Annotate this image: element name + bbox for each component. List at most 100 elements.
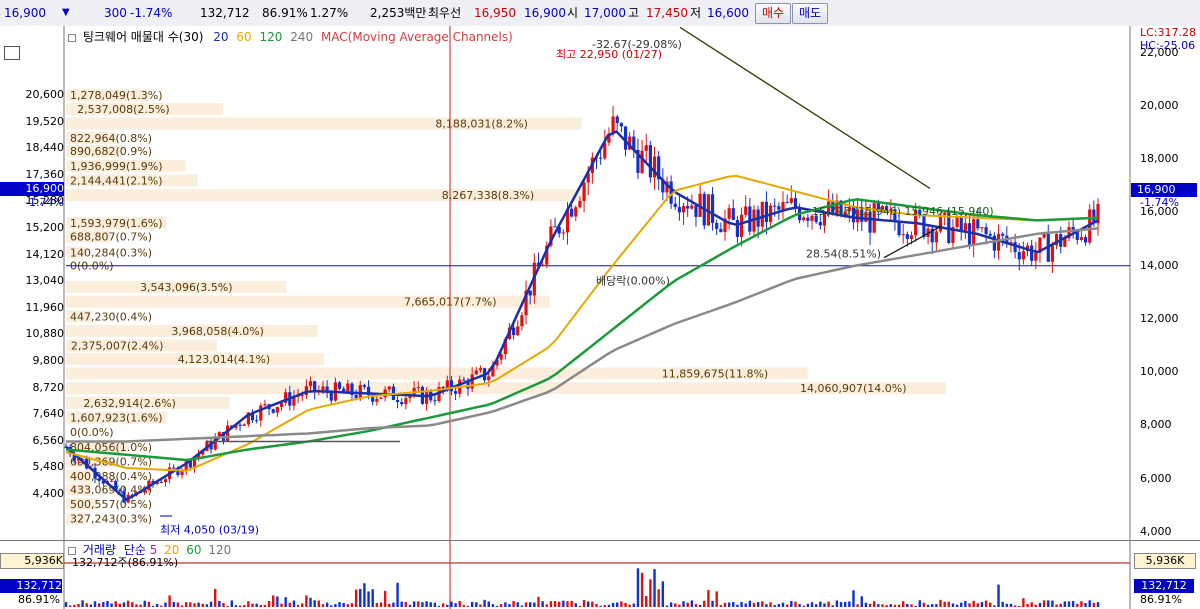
volume-bar [549, 601, 553, 607]
volume-max-left: 5,936K [0, 553, 64, 569]
volume-bar [690, 600, 694, 607]
volume-bar [935, 604, 938, 607]
volume-bar [350, 603, 354, 607]
volume-bar [744, 603, 747, 607]
volume-panel: 거래량 단순 5 20 60 120 132,712주(86.91%) 5,93… [0, 540, 1200, 609]
volume-bar [296, 604, 300, 607]
volume-bar [578, 605, 582, 607]
volume-bar [632, 603, 636, 607]
volume-bar [719, 605, 723, 607]
volume-bar [280, 603, 283, 607]
grid-icon[interactable] [4, 46, 20, 60]
price-chart[interactable]: 1,278,049(1.3%)2,537,008(2.5%) 8,188,031(… [0, 26, 1200, 540]
volume-bar [781, 602, 785, 607]
volume-bar [727, 602, 731, 607]
volume-bar [255, 603, 258, 607]
volume-bar [243, 605, 246, 607]
volume-bar [379, 602, 383, 607]
volume-profile-label: 2,144,441(2.1%) [70, 174, 163, 187]
candle-body [1079, 237, 1084, 240]
volume-bar [790, 601, 793, 607]
candle-body [773, 205, 777, 207]
volume-profile-label: 11,859,675(11.8%) [662, 368, 769, 381]
volume-current-right: 132,712 [1134, 579, 1194, 593]
volume-bar [773, 605, 776, 607]
volume-bar [1059, 603, 1062, 607]
candle-body [433, 400, 437, 402]
volume-bar [180, 605, 184, 607]
volume-bar [392, 602, 395, 607]
volume-bar [872, 601, 876, 607]
buy-button[interactable]: 매수 [755, 3, 791, 24]
volume-bar [301, 603, 304, 607]
volume-bar [810, 602, 814, 607]
volume-bar [197, 602, 200, 607]
volume-bar [446, 604, 449, 607]
candle-body [118, 489, 122, 491]
left-axis-tick: 11,960 [25, 300, 65, 314]
volume-bar [1080, 601, 1083, 607]
volume-bar [545, 604, 548, 607]
candle-body [694, 205, 698, 217]
volume-profile-label: 8,188,031(8.2%) [435, 117, 528, 130]
volume-profile-label: 2,375,007(2.4%) [71, 340, 164, 353]
volume-profile-label: 2,632,914(2.6%) [83, 397, 176, 410]
volume-bar [1088, 600, 1091, 607]
volume-bar [665, 605, 669, 607]
volume-bar [73, 604, 76, 607]
candle-body [1021, 251, 1025, 260]
volume-bar [843, 601, 847, 607]
volume-profile-label: 14,060,907(14.0%) [800, 382, 907, 395]
candle-body [615, 116, 619, 124]
volume-bar [346, 604, 350, 607]
candle-body [387, 386, 391, 390]
volume-bar [703, 600, 706, 607]
candle-body [362, 385, 367, 387]
volume-bar [678, 604, 681, 607]
volume-bar [814, 604, 818, 607]
right-price-tag-value: 16,900 [1137, 183, 1176, 196]
candle-body [400, 402, 404, 405]
volume-bar [139, 604, 142, 607]
volume-bar [715, 591, 718, 607]
candle-body [478, 368, 483, 371]
volume-bar [877, 604, 880, 607]
volume-bar [657, 589, 660, 607]
candle-body [909, 235, 914, 239]
volume-bar [968, 603, 971, 607]
volume-bar [881, 604, 884, 607]
volume-period-120: 120 [208, 543, 232, 557]
candle-body [1083, 237, 1088, 243]
volume-bar [769, 602, 772, 607]
volume-ratio: 86.91% [262, 6, 308, 20]
candle-body [561, 232, 565, 234]
volume-bar [396, 582, 399, 607]
candle-body [802, 217, 806, 221]
volume-profile-label: 0(0.0%) [70, 426, 114, 439]
volume-bar [806, 603, 810, 607]
volume-bar [259, 604, 262, 607]
volume-bar [831, 605, 834, 607]
volume-bar [1026, 603, 1029, 607]
volume-bar [342, 602, 345, 607]
left-axis-tick: 10,880 [25, 327, 65, 341]
volume-bar [383, 590, 387, 607]
volume-bar [1001, 601, 1004, 607]
candle-body [955, 216, 959, 227]
volume-bar [785, 604, 789, 607]
sell-button[interactable]: 매도 [792, 3, 828, 24]
volume-bar [193, 603, 196, 607]
volume-value: 132,712 [200, 6, 250, 20]
volume-bar [918, 600, 921, 607]
candle-body [744, 206, 748, 215]
left-axis-tick: 7,640 [32, 407, 65, 421]
volume-bar [732, 601, 735, 607]
volume-bar [309, 597, 312, 607]
annotation-high: 최고 22,950 (01/27) [556, 48, 662, 61]
volume-bar [553, 601, 557, 607]
volume-bar [89, 604, 93, 607]
trade-amount: 2,253백만 [370, 6, 427, 20]
collapse-icon[interactable] [68, 33, 76, 42]
volume-bar [135, 604, 138, 607]
candle-body [934, 231, 938, 243]
